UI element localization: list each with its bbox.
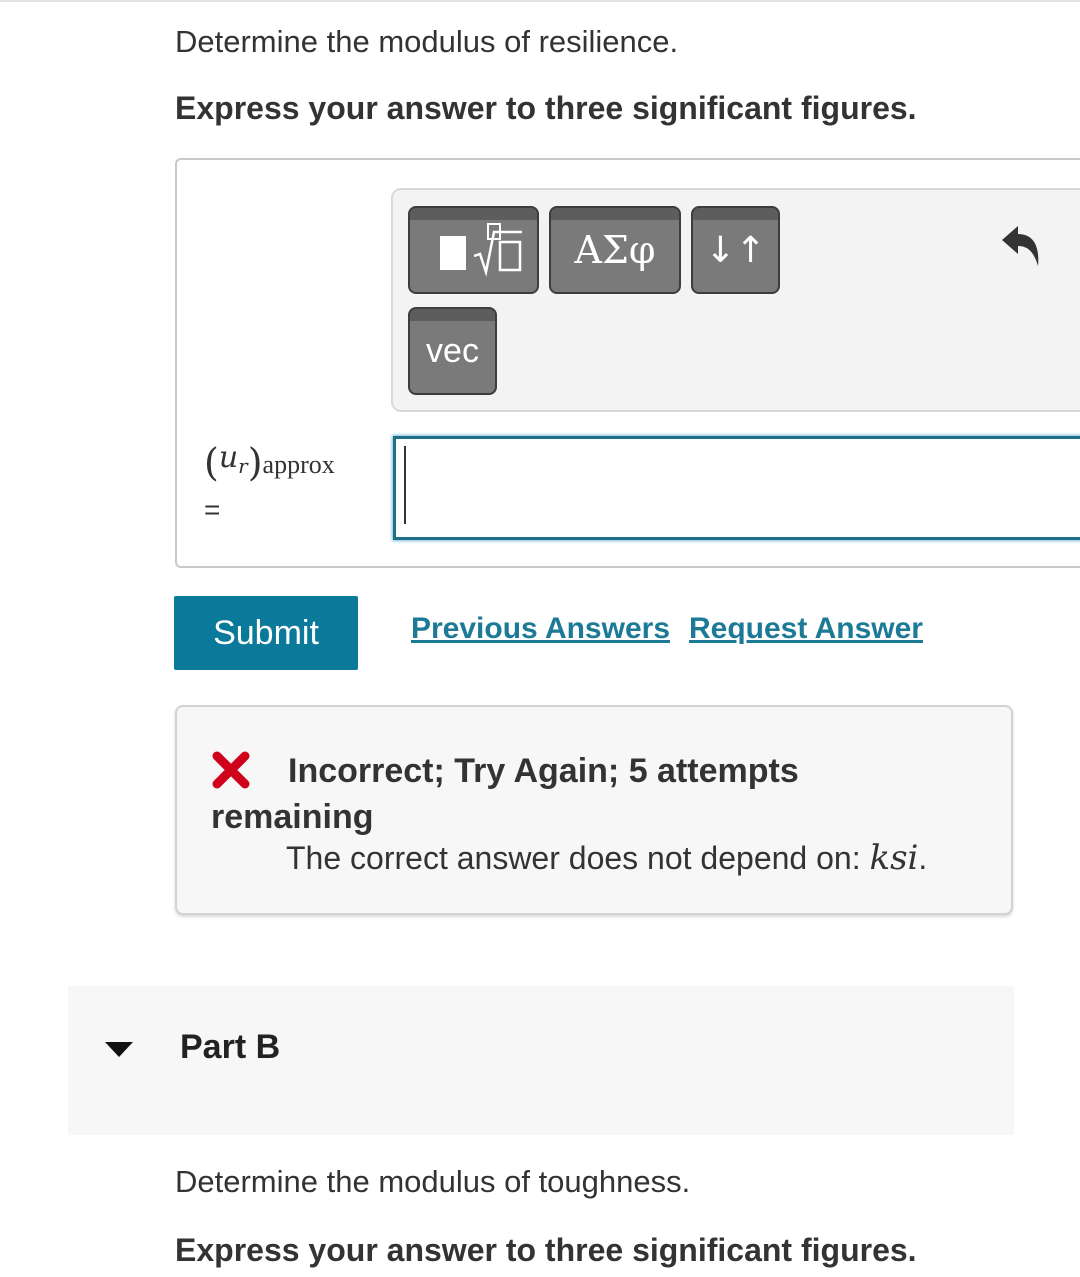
answer-input[interactable] [393, 436, 1080, 540]
submit-button[interactable]: Submit [174, 596, 358, 670]
variable-symbol: u [218, 440, 239, 475]
top-divider [0, 0, 1080, 2]
equals-sign: = [204, 494, 221, 525]
feedback-detail: The correct answer does not depend on: k… [286, 838, 927, 878]
templates-button[interactable] [408, 206, 539, 294]
part-b-title: Part B [180, 1028, 281, 1066]
feedback-detail-text: The correct answer does not depend on: [286, 840, 870, 876]
part-a-question: Determine the modulus of resilience. [175, 24, 679, 59]
undo-icon [1002, 226, 1039, 266]
fraction-sqrt-template-icon [439, 223, 522, 277]
part-a-instruction: Express your answer to three significant… [175, 90, 917, 126]
undo-button[interactable] [998, 222, 1044, 274]
close-paren: ) [247, 440, 263, 485]
greek-symbols-button[interactable]: ΑΣφ [549, 206, 681, 294]
request-answer-link[interactable]: Request Answer [689, 612, 923, 646]
previous-answers-link[interactable]: Previous Answers [411, 612, 670, 646]
feedback-detail-suffix: . [918, 840, 928, 876]
part-b-instruction: Express your answer to three significant… [175, 1232, 917, 1268]
answer-variable-label: (ur)approx [204, 440, 335, 485]
arrows-button[interactable]: ↓↑ [691, 206, 780, 294]
variable-qualifier: approx [262, 450, 335, 479]
vector-button[interactable]: vec [408, 307, 497, 395]
part-b-question: Determine the modulus of toughness. [175, 1164, 691, 1199]
open-paren: ( [204, 440, 219, 485]
chevron-down-icon[interactable] [105, 1040, 133, 1058]
variable-subscript: r [238, 454, 248, 478]
text-caret [404, 446, 406, 524]
feedback-detail-math: ksi [869, 838, 919, 878]
feedback-title: Incorrect; Try Again; 5 attempts remaini… [211, 752, 799, 836]
